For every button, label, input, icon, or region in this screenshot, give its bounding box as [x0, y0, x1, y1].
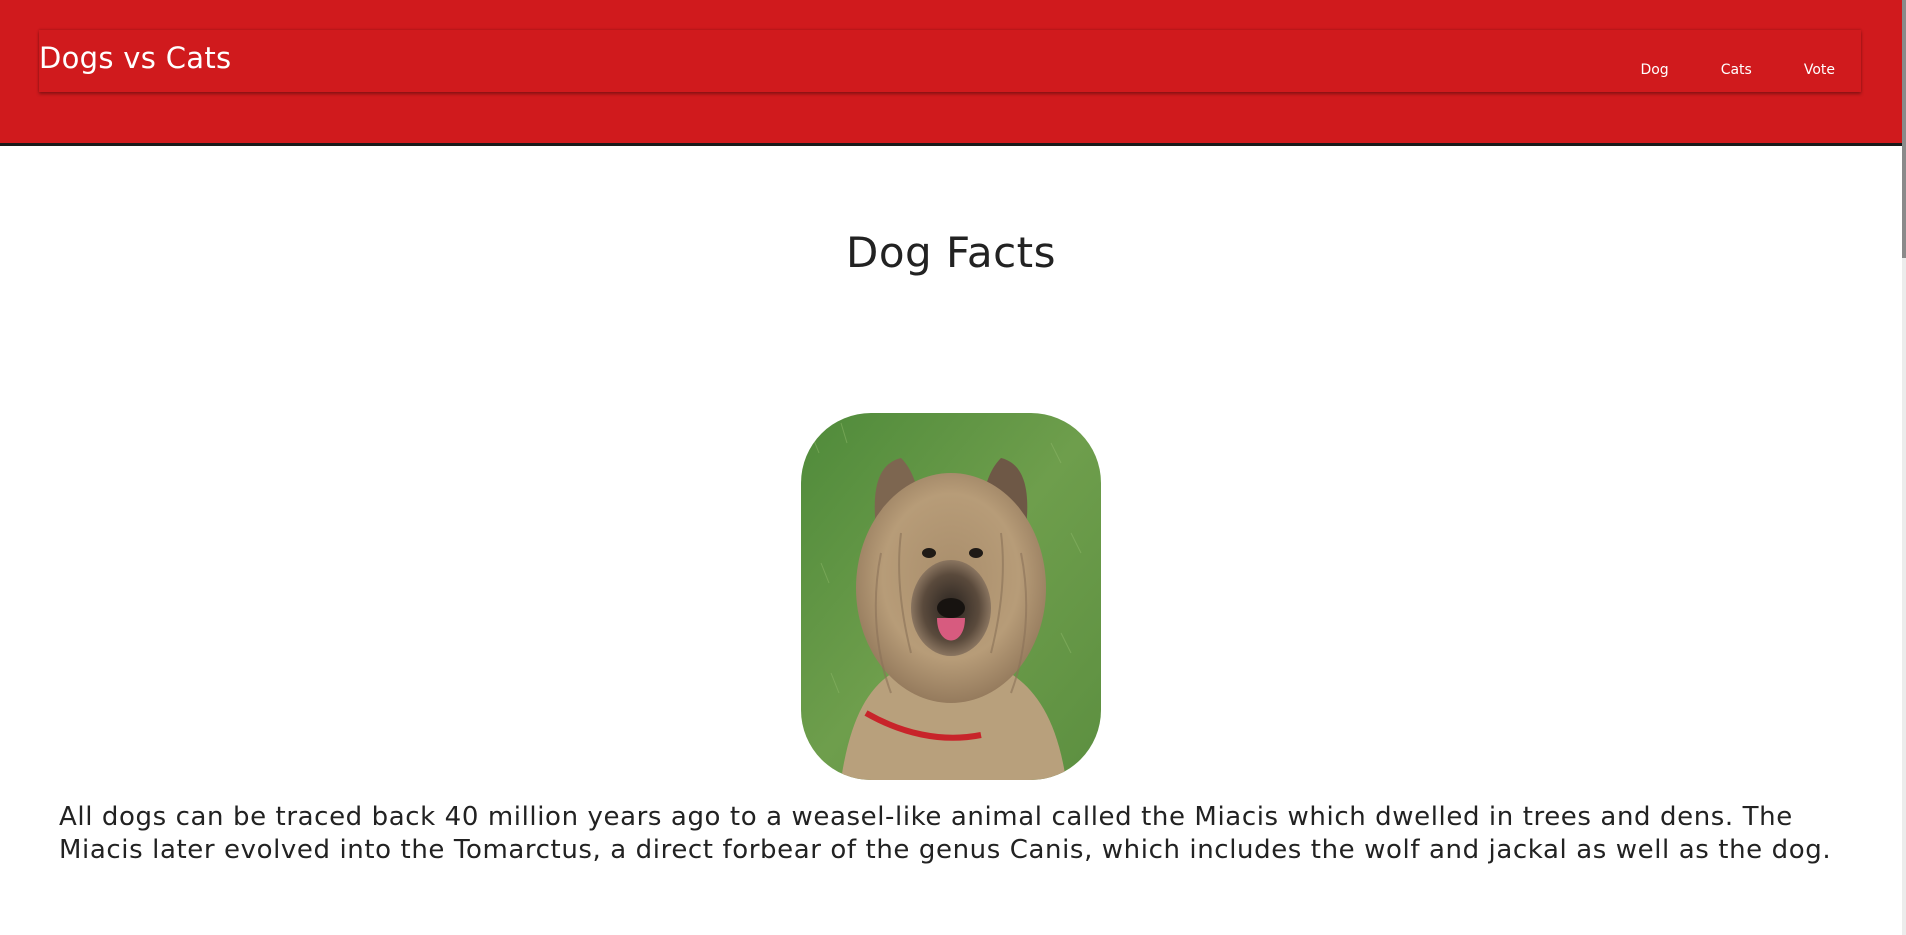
fact-text: All dogs can be traced back 40 million y… [59, 802, 1832, 865]
brand-link[interactable]: Dogs vs Cats [39, 41, 231, 75]
header-bar: Dogs vs Cats Dog Cats Vote [0, 0, 1902, 146]
page: Dogs vs Cats Dog Cats Vote Dog Facts All… [0, 0, 1906, 935]
scrollbar[interactable] [1902, 0, 1906, 935]
nav-link-cats[interactable]: Cats [1695, 44, 1778, 78]
nav-links: Dog Cats Vote [1614, 30, 1861, 92]
page-title: Dog Facts [845, 228, 1057, 277]
dog-photo [801, 413, 1101, 780]
nav-link-vote[interactable]: Vote [1778, 44, 1861, 78]
scrollbar-thumb[interactable] [1902, 0, 1906, 258]
nav-link-dog[interactable]: Dog [1614, 44, 1694, 78]
navbar: Dogs vs Cats Dog Cats Vote [39, 30, 1861, 92]
